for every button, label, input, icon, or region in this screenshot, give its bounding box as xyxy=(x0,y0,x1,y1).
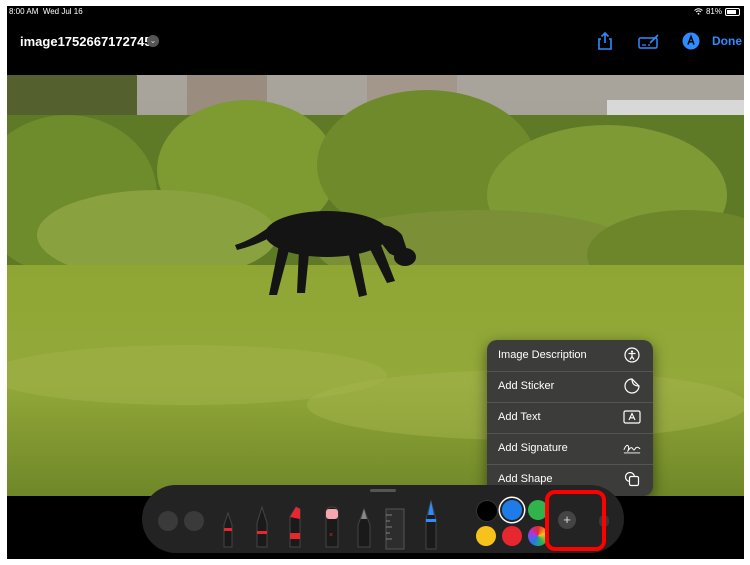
color-swatch-blue[interactable] xyxy=(502,500,522,520)
svg-text:×: × xyxy=(329,532,333,539)
menu-item-image-description[interactable]: Image Description xyxy=(487,340,653,372)
tool-pen[interactable] xyxy=(223,511,233,548)
chevron-down-icon[interactable]: ⌄ xyxy=(147,35,159,47)
battery-percent: 81% xyxy=(705,7,722,16)
highlight-box xyxy=(545,490,606,551)
document-title[interactable]: image1752667172745 xyxy=(20,34,152,49)
text-box-icon xyxy=(623,408,641,426)
title-bar: image1752667172745 ⌄ Done xyxy=(7,20,744,68)
battery-icon xyxy=(725,7,740,16)
menu-item-label: Add Sticker xyxy=(498,380,555,392)
shape-icon xyxy=(623,470,641,488)
menu-item-label: Image Description xyxy=(498,349,587,361)
markup-pen-icon[interactable] xyxy=(681,30,701,52)
menu-item-add-text[interactable]: Add Text xyxy=(487,402,653,434)
tool-eraser[interactable]: × xyxy=(325,506,339,548)
add-menu-popover: Image Description Add Sticker Add Text A… xyxy=(487,340,653,496)
color-swatch-red[interactable] xyxy=(502,526,522,546)
wifi-icon xyxy=(694,8,703,15)
redo-button[interactable] xyxy=(184,511,204,531)
menu-item-label: Add Shape xyxy=(498,473,553,485)
markup-toolbar-icon[interactable] xyxy=(637,30,661,52)
accessibility-icon xyxy=(623,346,641,364)
screen: 8:00 AM Wed Jul 16 81% image175266717274… xyxy=(7,6,744,559)
menu-item-add-signature[interactable]: Add Signature xyxy=(487,433,653,465)
undo-button[interactable] xyxy=(158,511,178,531)
color-swatch-yellow[interactable] xyxy=(476,526,496,546)
signature-icon xyxy=(623,439,641,457)
status-bar: 8:00 AM Wed Jul 16 81% xyxy=(7,6,744,20)
tool-fountain-pen-blue[interactable] xyxy=(425,499,437,550)
tool-ruler[interactable] xyxy=(385,508,405,550)
sticker-icon xyxy=(623,377,641,395)
menu-item-label: Add Signature xyxy=(498,442,568,454)
share-icon[interactable] xyxy=(595,30,615,52)
toolbar-grabber[interactable] xyxy=(370,489,396,492)
tool-marker-red[interactable] xyxy=(289,506,301,548)
color-swatch-black[interactable] xyxy=(476,500,498,522)
done-button[interactable]: Done xyxy=(712,34,742,48)
tool-pen-red[interactable] xyxy=(256,505,268,548)
menu-item-add-sticker[interactable]: Add Sticker xyxy=(487,371,653,403)
tool-pencil[interactable] xyxy=(357,507,371,548)
menu-item-label: Add Text xyxy=(498,411,541,423)
status-right: 81% xyxy=(694,7,740,16)
status-time-date: 8:00 AM Wed Jul 16 xyxy=(9,7,83,16)
